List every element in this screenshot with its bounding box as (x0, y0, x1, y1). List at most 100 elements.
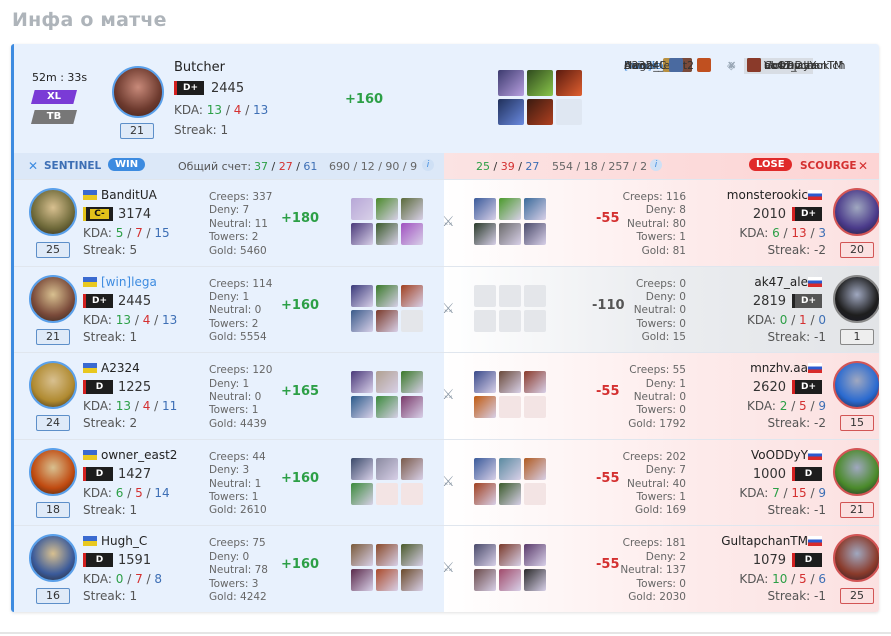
kda-assists: 9 (818, 399, 826, 414)
item-icon[interactable] (499, 371, 521, 394)
item-icon[interactable] (351, 482, 373, 505)
item-icon[interactable] (401, 371, 423, 394)
item-icon[interactable] (524, 198, 546, 220)
item-icon[interactable] (401, 396, 423, 419)
item-icon[interactable] (527, 99, 553, 125)
item-icon[interactable] (524, 457, 546, 480)
empty-item-slot (524, 284, 546, 307)
mini-row[interactable]: GultapchanTM (744, 58, 844, 74)
item-icon[interactable] (527, 70, 553, 96)
item-icon[interactable] (351, 396, 373, 419)
player-name[interactable]: VoODDyY (706, 448, 826, 462)
item-icon[interactable] (401, 569, 423, 592)
rating-value: 1225 (118, 380, 152, 396)
item-icon[interactable] (351, 457, 373, 480)
item-icon[interactable] (524, 371, 546, 394)
item-icon[interactable] (351, 569, 373, 592)
item-icon[interactable] (474, 482, 496, 505)
item-icon[interactable] (376, 284, 398, 307)
item-icon[interactable] (376, 309, 398, 332)
item-icon[interactable] (376, 198, 398, 220)
item-icon[interactable] (499, 569, 521, 592)
item-icon[interactable] (351, 223, 373, 245)
team-score-bar: ✕ SENTINEL WIN Общий счет: 37 / 27 / 61 … (14, 153, 879, 179)
mini-row[interactable]: Hugh_C (624, 58, 686, 74)
item-icon[interactable] (401, 544, 423, 567)
kda-line: KDA: 2 / 5 / 9 (746, 399, 826, 414)
player-name[interactable]: [win]lega (83, 275, 157, 289)
item-icon[interactable] (401, 223, 423, 245)
rating-value: 2445 (211, 81, 245, 96)
rating-value: 2445 (118, 293, 152, 309)
rank-badge: D (792, 553, 822, 568)
item-icon[interactable] (499, 457, 521, 480)
item-icon[interactable] (499, 482, 521, 505)
item-icon[interactable] (499, 544, 521, 567)
rank-badge: D+ (792, 207, 822, 221)
info-icon[interactable]: i (650, 159, 662, 171)
item-icon[interactable] (474, 396, 496, 419)
item-icon[interactable] (474, 198, 496, 220)
rank-badge: D+ (83, 293, 113, 308)
item-icon[interactable] (351, 544, 373, 567)
item-icon[interactable] (499, 223, 521, 245)
item-icon[interactable] (474, 569, 496, 592)
level-badge: 21 (36, 328, 70, 345)
item-icon[interactable] (376, 371, 398, 394)
player-name[interactable]: monsterookic (706, 188, 826, 202)
kda-deaths: 1 (799, 312, 807, 327)
item-icon[interactable] (351, 284, 373, 307)
gold-stat: Gold: 5460 (209, 244, 267, 257)
deny-stat: Deny: 8 (645, 204, 686, 217)
level-badge: 24 (36, 415, 70, 432)
item-icon[interactable] (498, 70, 524, 96)
player-name[interactable]: GultapchanTM (706, 534, 826, 548)
player-name[interactable]: A2324 (83, 361, 140, 375)
item-icon[interactable] (351, 198, 373, 220)
item-icon[interactable] (474, 223, 496, 245)
item-icon[interactable] (556, 70, 582, 96)
item-icon[interactable] (524, 223, 546, 245)
streak: Streak: 2 (83, 416, 138, 431)
hero-portrait (29, 534, 77, 583)
item-icon[interactable] (376, 569, 398, 592)
item-icon[interactable] (351, 371, 373, 394)
rating-value: 1591 (118, 553, 152, 569)
item-icon[interactable] (376, 457, 398, 480)
item-icon[interactable] (474, 457, 496, 480)
player-name[interactable]: BanditUA (83, 188, 157, 202)
item-icon[interactable] (524, 569, 546, 592)
hero-portrait (833, 447, 879, 496)
info-icon[interactable]: i (422, 159, 434, 171)
player-name[interactable]: owner_east2 (83, 448, 177, 462)
item-icon[interactable] (351, 309, 373, 332)
neutral-stat: Neutral: 0 (209, 391, 262, 403)
player-name[interactable]: ak47_ale (706, 275, 826, 289)
item-icon[interactable] (401, 284, 423, 307)
hero-portrait (833, 274, 879, 323)
towers-stat: Towers: 2 (209, 317, 259, 330)
rating-value: 2620 (752, 380, 786, 396)
level-badge: 21 (840, 501, 874, 518)
sentinel-items (351, 284, 423, 332)
item-icon[interactable] (524, 544, 546, 567)
kda-assists: 15 (154, 226, 170, 240)
item-icon[interactable] (401, 457, 423, 480)
player-name[interactable]: Hugh_C (83, 534, 147, 548)
rank-badge: D (792, 466, 822, 481)
rating-gain: +160 (281, 297, 320, 313)
item-icon[interactable] (474, 371, 496, 394)
player-name[interactable]: Butcher (174, 60, 225, 75)
player-name[interactable]: mnzhv.aa (706, 361, 826, 375)
item-icon[interactable] (498, 99, 524, 125)
item-icon[interactable] (401, 198, 423, 220)
item-icon[interactable] (499, 198, 521, 220)
hero-portrait (833, 188, 879, 236)
item-icon[interactable] (376, 544, 398, 567)
item-icon[interactable] (376, 223, 398, 245)
item-icon[interactable] (474, 544, 496, 567)
item-icon[interactable] (376, 396, 398, 419)
neutral-stat: Neutral: 0 (633, 304, 686, 317)
player-name-text: A2324 (101, 361, 140, 376)
towers-stat: Towers: 3 (209, 577, 259, 590)
